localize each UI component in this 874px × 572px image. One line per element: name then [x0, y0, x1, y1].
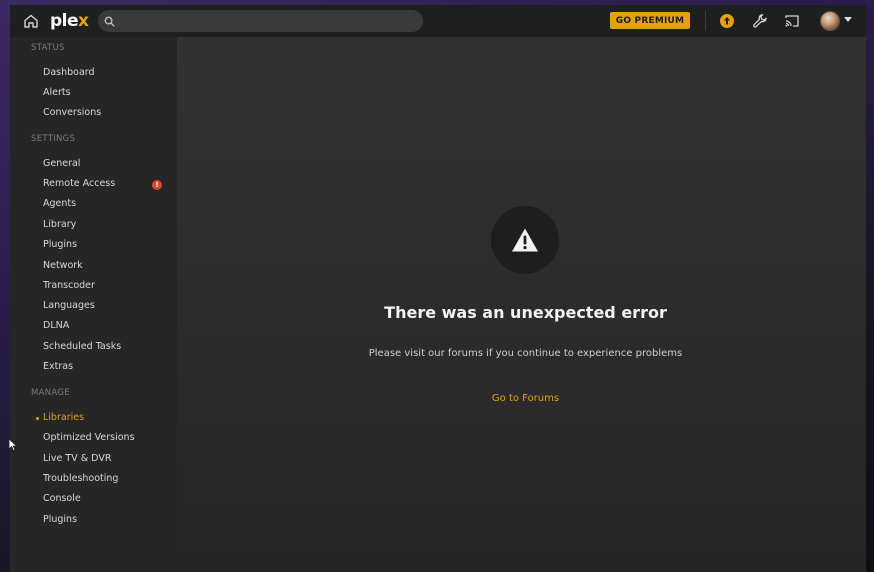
error-icon-circle [491, 206, 559, 274]
search-bar[interactable] [98, 10, 423, 32]
upload-circle-icon [720, 14, 734, 28]
activity-button[interactable] [717, 11, 737, 31]
settings-button[interactable] [750, 11, 770, 31]
sidebar-item-optimized-versions[interactable]: Optimized Versions [43, 432, 135, 443]
error-message: Please visit our forums if you continue … [368, 348, 683, 359]
plex-window: ple x GO PREMIUM STATUS Dashboard Alerts… [10, 5, 866, 572]
wrench-icon [753, 14, 767, 28]
sidebar-item-libraries[interactable]: Libraries [43, 412, 84, 423]
search-icon [104, 16, 115, 27]
error-title: There was an unexpected error [384, 303, 667, 322]
logo-text: ple [50, 11, 79, 31]
logo-accent: x [78, 11, 89, 31]
sidebar-item-alerts[interactable]: Alerts [43, 87, 71, 98]
settings-sidebar: STATUS Dashboard Alerts Conversions SETT… [10, 37, 177, 572]
go-premium-button[interactable]: GO PREMIUM [610, 12, 690, 29]
go-to-forums-link[interactable]: Go to Forums [177, 393, 866, 404]
sidebar-item-dashboard[interactable]: Dashboard [43, 67, 95, 78]
sidebar-item-languages[interactable]: Languages [43, 300, 95, 311]
section-heading-manage: MANAGE [31, 388, 70, 398]
plex-logo[interactable]: ple x [50, 9, 89, 33]
sidebar-item-troubleshooting[interactable]: Troubleshooting [43, 473, 118, 484]
sidebar-item-extras[interactable]: Extras [43, 361, 73, 372]
section-heading-status: STATUS [31, 43, 65, 53]
alert-badge-icon: ! [152, 180, 162, 190]
sidebar-item-conversions[interactable]: Conversions [43, 107, 101, 118]
sidebar-item-remote-access[interactable]: Remote Access [43, 178, 115, 189]
sidebar-item-scheduled-tasks[interactable]: Scheduled Tasks [43, 341, 121, 352]
sidebar-item-plugins[interactable]: Plugins [43, 239, 77, 250]
home-button[interactable] [21, 11, 41, 31]
cast-button[interactable] [782, 11, 802, 31]
sidebar-item-dlna[interactable]: DLNA [43, 320, 69, 331]
top-navigation-bar: ple x GO PREMIUM [10, 5, 866, 37]
chevron-down-icon[interactable] [844, 17, 852, 22]
warning-triangle-icon [512, 228, 538, 252]
search-input[interactable] [115, 11, 423, 31]
topbar-divider [705, 11, 706, 31]
sidebar-item-network[interactable]: Network [43, 260, 83, 271]
active-indicator [36, 417, 39, 420]
sidebar-item-live-tv-dvr[interactable]: Live TV & DVR [43, 453, 111, 464]
sidebar-item-general[interactable]: General [43, 158, 80, 169]
sidebar-item-transcoder[interactable]: Transcoder [43, 280, 95, 291]
sidebar-item-library[interactable]: Library [43, 219, 76, 230]
sidebar-item-console[interactable]: Console [43, 493, 81, 504]
mouse-pointer-icon [8, 438, 18, 452]
section-heading-settings: SETTINGS [31, 134, 76, 144]
sidebar-item-manage-plugins[interactable]: Plugins [43, 514, 77, 525]
main-content: There was an unexpected error Please vis… [177, 37, 866, 572]
home-icon [24, 14, 38, 28]
cast-icon [785, 15, 799, 27]
user-avatar[interactable] [820, 11, 840, 31]
sidebar-item-agents[interactable]: Agents [43, 198, 76, 209]
